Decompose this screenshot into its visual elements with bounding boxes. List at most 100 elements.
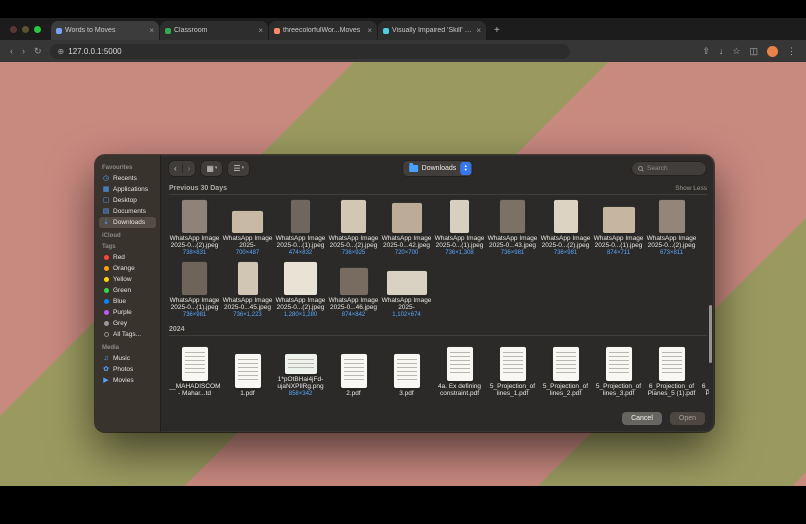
menu-icon[interactable]: ⋮ bbox=[787, 46, 796, 57]
back-button[interactable]: ‹ bbox=[169, 161, 182, 176]
file-item[interactable]: 5_Projection_of lines_3.pdf bbox=[592, 346, 645, 397]
browser-tab[interactable]: Words to Moves× bbox=[51, 21, 159, 40]
sidebar-item-desktop[interactable]: ▢Desktop bbox=[99, 195, 156, 206]
forward-button[interactable]: › bbox=[183, 161, 196, 176]
file-item[interactable]: WhatsApp Image 2025-0...(2).jpeg1,280×1,… bbox=[274, 260, 327, 318]
browser-tab[interactable]: Classroom× bbox=[160, 21, 268, 40]
scrollbar-thumb[interactable] bbox=[709, 305, 712, 363]
file-thumbnail bbox=[340, 260, 368, 295]
file-item[interactable]: 5_Projection_of lines_1.pdf bbox=[486, 346, 539, 397]
file-name: WhatsApp Image 2025-0...45.jpeg bbox=[222, 297, 274, 311]
browser-tab[interactable]: threecolorfulWor...Moves× bbox=[269, 21, 377, 40]
file-item[interactable]: 6_Projection_of Planes_6.pdf bbox=[698, 346, 709, 397]
cancel-button[interactable]: Cancel bbox=[622, 412, 662, 425]
sidebar-item-yellow[interactable]: Yellow bbox=[99, 274, 156, 285]
zoom-window-button[interactable] bbox=[34, 26, 41, 33]
sidebar-item-recents[interactable]: ◷Recents bbox=[99, 173, 156, 184]
sidebar-item-green[interactable]: Green bbox=[99, 285, 156, 296]
file-item[interactable]: WhatsApp Image 2025-0...46.jpeg874×842 bbox=[327, 260, 380, 318]
location-label: Downloads bbox=[422, 165, 457, 172]
folder-icon bbox=[409, 165, 418, 172]
file-item[interactable]: 5_Projection_of lines_2.pdf bbox=[539, 346, 592, 397]
documents-icon: ▤ bbox=[102, 208, 110, 216]
file-item[interactable]: 4a. Ex defining constraint.pdf bbox=[433, 346, 486, 397]
file-item[interactable]: WhatsApp Image 2025-0...(1).jpeg874×711 bbox=[592, 198, 645, 256]
tag-dot-icon bbox=[104, 277, 109, 282]
file-item[interactable]: __MAHADISCOM - Mahar...td __.pdf bbox=[168, 346, 221, 397]
file-item[interactable]: 2.pdf bbox=[327, 353, 380, 397]
minimize-window-button[interactable] bbox=[22, 26, 29, 33]
site-info-icon[interactable]: ⊕ bbox=[58, 47, 65, 56]
sidebar-item-photos[interactable]: ✿Photos bbox=[99, 364, 156, 375]
tab-close-icon[interactable]: × bbox=[476, 26, 481, 35]
bookmarks-icon[interactable]: ☆ bbox=[732, 46, 740, 57]
profile-avatar[interactable] bbox=[767, 46, 778, 57]
file-item[interactable]: WhatsApp Image 2025-0...(1).jpeg474×832 bbox=[274, 198, 327, 256]
downloads-icon[interactable]: ↓ bbox=[719, 46, 724, 56]
file-item[interactable]: WhatsApp Image 2025-0...43.jpeg736×981 bbox=[486, 198, 539, 256]
file-thumbnail bbox=[284, 260, 317, 295]
location-stepper[interactable]: ▴ ▾ bbox=[460, 162, 471, 175]
file-item[interactable]: WhatsApp Image 2025-0...(1).jpeg736×1,30… bbox=[433, 198, 486, 256]
file-item[interactable]: WhatsApp Image 2025-0...(2).jpeg673×811 bbox=[645, 198, 698, 256]
file-thumbnail bbox=[603, 198, 635, 233]
sidebar-item-blue[interactable]: Blue bbox=[99, 296, 156, 307]
icon-view-button[interactable]: ▦▾ bbox=[201, 161, 222, 176]
back-icon[interactable]: ‹ bbox=[10, 46, 13, 56]
file-item[interactable]: WhatsApp Image 2025-0...3.35.jpeg1,102×6… bbox=[380, 260, 433, 318]
dialog-sidebar: Favourites◷Recents▦Applications▢Desktop▤… bbox=[95, 155, 161, 432]
group-action[interactable]: Show Less bbox=[675, 185, 707, 192]
tabs-container: Words to Moves×Classroom×threecolorfulWo… bbox=[51, 21, 500, 40]
file-dimensions: 736×981 bbox=[554, 250, 578, 256]
sidebar-section-label: iCloud bbox=[102, 233, 153, 239]
document-thumbnail bbox=[606, 347, 632, 381]
movies-icon: ▶ bbox=[102, 377, 110, 385]
tab-close-icon[interactable]: × bbox=[258, 26, 263, 35]
sidebar-item-grey[interactable]: Grey bbox=[99, 318, 156, 329]
file-item[interactable]: WhatsApp Image 2025-0...42.jpeg720×700 bbox=[380, 198, 433, 256]
open-button[interactable]: Open bbox=[670, 412, 705, 425]
file-item[interactable]: WhatsApp Image 2025-0...5.41.jpeg700×487 bbox=[221, 198, 274, 256]
share-icon[interactable]: ⇧ bbox=[702, 46, 710, 57]
list-view-button[interactable]: ☰▾ bbox=[228, 161, 249, 176]
location-dropdown[interactable]: Downloads ▴ ▾ bbox=[403, 161, 473, 176]
file-name: WhatsApp Image 2025-0...(1).jpeg bbox=[434, 235, 486, 249]
file-item[interactable]: 1*pOtBHai4jFd-ujaNXPIlRg.png858×342 bbox=[274, 339, 327, 397]
desktop-icon: ▢ bbox=[102, 197, 110, 205]
file-item[interactable]: WhatsApp Image 2025-0...(1).jpeg736×981 bbox=[168, 260, 221, 318]
sidebar-item-red[interactable]: Red bbox=[99, 252, 156, 263]
sidebar-item-orange[interactable]: Orange bbox=[99, 263, 156, 274]
sidebar-item-documents[interactable]: ▤Documents bbox=[99, 206, 156, 217]
file-item[interactable]: WhatsApp Image 2025-0...(2).jpeg736×925 bbox=[327, 198, 380, 256]
tag-dot-icon bbox=[104, 255, 109, 260]
reload-icon[interactable]: ↻ bbox=[34, 46, 42, 57]
file-name: WhatsApp Image 2025-0...(2).jpeg bbox=[646, 235, 698, 249]
forward-icon[interactable]: › bbox=[22, 46, 25, 56]
tab-close-icon[interactable]: × bbox=[367, 26, 372, 35]
file-item[interactable]: WhatsApp Image 2025-0...(2).jpeg736×981 bbox=[539, 198, 592, 256]
search-field[interactable]: Search bbox=[632, 162, 706, 175]
image-thumbnail bbox=[554, 200, 578, 233]
file-item[interactable]: 1.pdf bbox=[221, 353, 274, 397]
file-item[interactable]: WhatsApp Image 2025-0...(2).jpeg738×831 bbox=[168, 198, 221, 256]
sidebar-item-label: Orange bbox=[113, 265, 135, 272]
sidebar-item-music[interactable]: ♫Music bbox=[99, 353, 156, 364]
sidebar-item-applications[interactable]: ▦Applications bbox=[99, 184, 156, 195]
sidebar-item-downloads[interactable]: ⇣Downloads bbox=[99, 217, 156, 228]
file-item[interactable]: 6_Projection_of Planes_5 (1).pdf bbox=[645, 346, 698, 397]
chevron-down-icon: ▾ bbox=[242, 165, 245, 171]
file-thumbnail bbox=[235, 353, 261, 388]
tab-close-icon[interactable]: × bbox=[149, 26, 154, 35]
file-item[interactable]: WhatsApp Image 2025-0...45.jpeg736×1,223 bbox=[221, 260, 274, 318]
image-thumbnail bbox=[500, 200, 525, 233]
file-item[interactable]: 3.pdf bbox=[380, 353, 433, 397]
new-tab-button[interactable]: + bbox=[494, 25, 500, 36]
address-bar[interactable]: ⊕ 127.0.0.1:5000 bbox=[50, 44, 570, 59]
downloads-icon: ⇣ bbox=[102, 219, 110, 227]
close-window-button[interactable] bbox=[10, 26, 17, 33]
extensions-icon[interactable]: ◫ bbox=[749, 46, 758, 57]
sidebar-item-purple[interactable]: Purple bbox=[99, 307, 156, 318]
sidebar-item-all-tags[interactable]: All Tags... bbox=[99, 329, 156, 340]
browser-tab[interactable]: Visually Impaired 'Skill' Ideas× bbox=[378, 21, 486, 40]
sidebar-item-movies[interactable]: ▶Movies bbox=[99, 375, 156, 386]
